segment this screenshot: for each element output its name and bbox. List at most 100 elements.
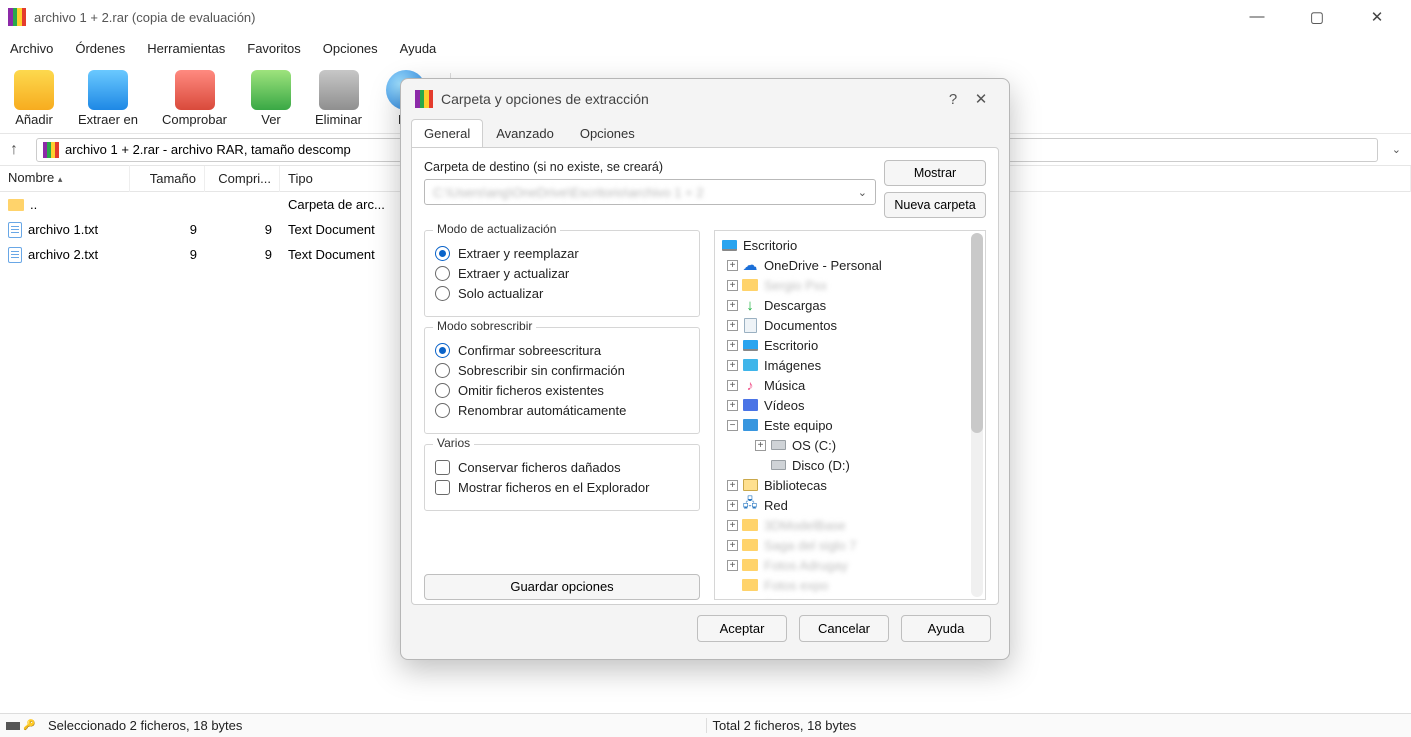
collapse-icon[interactable]: − bbox=[727, 420, 738, 431]
dialog-help-icon[interactable]: ? bbox=[939, 91, 967, 108]
check-label: Conservar ficheros dañados bbox=[458, 460, 621, 475]
winrar-icon bbox=[43, 142, 59, 158]
toolbar-extract[interactable]: Extraer en bbox=[78, 70, 138, 127]
tree-downloads[interactable]: +↓Descargas bbox=[717, 295, 983, 315]
expand-icon[interactable]: + bbox=[727, 500, 738, 511]
expand-icon[interactable]: + bbox=[755, 440, 766, 451]
tree-label: Descargas bbox=[764, 298, 826, 313]
expand-icon[interactable]: + bbox=[727, 360, 738, 371]
expand-icon[interactable]: + bbox=[727, 480, 738, 491]
expand-icon[interactable]: + bbox=[727, 260, 738, 271]
dialog-title: Carpeta y opciones de extracción bbox=[441, 91, 939, 107]
pc-icon bbox=[743, 419, 758, 431]
tree-folder[interactable]: +3DModelBase bbox=[717, 515, 983, 535]
radio-overwrite-noask[interactable]: Sobrescribir sin confirmación bbox=[435, 363, 689, 378]
radio-extract-update[interactable]: Extraer y actualizar bbox=[435, 266, 689, 281]
check-keep-broken[interactable]: Conservar ficheros dañados bbox=[435, 460, 689, 475]
document-icon bbox=[8, 222, 22, 238]
tree-desk2[interactable]: +Escritorio bbox=[717, 335, 983, 355]
radio-confirm-overwrite[interactable]: Confirmar sobreescritura bbox=[435, 343, 689, 358]
menu-options[interactable]: Opciones bbox=[323, 41, 378, 56]
toolbar-add-label: Añadir bbox=[15, 112, 53, 127]
up-icon[interactable]: ↑ bbox=[10, 141, 28, 159]
close-button[interactable]: ✕ bbox=[1357, 8, 1397, 26]
path-dropdown-icon[interactable]: ⌄ bbox=[1392, 143, 1401, 156]
expand-icon[interactable]: + bbox=[727, 320, 738, 331]
tree-onedrive[interactable]: +☁OneDrive - Personal bbox=[717, 255, 983, 275]
radio-rename-auto[interactable]: Renombrar automáticamente bbox=[435, 403, 689, 418]
toolbar-add[interactable]: Añadir bbox=[14, 70, 54, 127]
help-button[interactable]: Ayuda bbox=[901, 615, 991, 642]
tree-desktop[interactable]: Escritorio bbox=[717, 235, 983, 255]
radio-skip-existing[interactable]: Omitir ficheros existentes bbox=[435, 383, 689, 398]
toolbar-view[interactable]: Ver bbox=[251, 70, 291, 127]
toolbar-delete[interactable]: Eliminar bbox=[315, 70, 362, 127]
legend-misc: Varios bbox=[433, 436, 474, 450]
view-icon bbox=[251, 70, 291, 110]
tree-disk-d[interactable]: +Disco (D:) bbox=[717, 455, 983, 475]
tree-libraries[interactable]: +Bibliotecas bbox=[717, 475, 983, 495]
expand-icon[interactable]: + bbox=[727, 400, 738, 411]
show-button[interactable]: Mostrar bbox=[884, 160, 986, 186]
col-size[interactable]: Tamaño bbox=[130, 166, 205, 192]
tab-options[interactable]: Opciones bbox=[567, 119, 648, 147]
radio-icon bbox=[435, 383, 450, 398]
tab-advanced[interactable]: Avanzado bbox=[483, 119, 567, 147]
expand-icon[interactable]: + bbox=[727, 300, 738, 311]
expand-icon[interactable]: + bbox=[727, 380, 738, 391]
tree-thispc[interactable]: −Este equipo bbox=[717, 415, 983, 435]
maximize-button[interactable]: ▢ bbox=[1297, 8, 1337, 26]
expand-icon[interactable]: + bbox=[727, 540, 738, 551]
save-options-button[interactable]: Guardar opciones bbox=[424, 574, 700, 600]
tree-videos[interactable]: +Vídeos bbox=[717, 395, 983, 415]
tree-network[interactable]: +🖧Red bbox=[717, 495, 983, 515]
drive-icon bbox=[771, 460, 786, 470]
menu-commands[interactable]: Órdenes bbox=[75, 41, 125, 56]
file-compressed: 9 bbox=[205, 247, 280, 262]
radio-extract-replace[interactable]: Extraer y reemplazar bbox=[435, 246, 689, 261]
folder-icon bbox=[742, 519, 758, 531]
expand-icon[interactable]: + bbox=[727, 340, 738, 351]
check-show-explorer[interactable]: Mostrar ficheros en el Explorador bbox=[435, 480, 689, 495]
expand-icon[interactable]: + bbox=[727, 280, 738, 291]
expand-icon[interactable]: + bbox=[727, 560, 738, 571]
col-name-label: Nombre bbox=[8, 170, 54, 185]
expand-icon[interactable]: + bbox=[727, 520, 738, 531]
tree-folder[interactable]: +Juegos bbox=[717, 595, 983, 600]
winrar-icon bbox=[415, 90, 433, 108]
dialog-close-icon[interactable]: ✕ bbox=[967, 90, 995, 108]
folder-icon bbox=[742, 579, 758, 591]
tree-images[interactable]: +Imágenes bbox=[717, 355, 983, 375]
menu-file[interactable]: Archivo bbox=[10, 41, 53, 56]
test-icon bbox=[175, 70, 215, 110]
col-compressed[interactable]: Compri... bbox=[205, 166, 280, 192]
status-right: Total 2 ficheros, 18 bytes bbox=[706, 718, 1411, 733]
toolbar-test[interactable]: Comprobar bbox=[162, 70, 227, 127]
minimize-button[interactable]: — bbox=[1237, 8, 1277, 26]
tree-scrollbar-thumb[interactable] bbox=[971, 233, 983, 433]
tree-folder[interactable]: +Fotos Adrugay bbox=[717, 555, 983, 575]
radio-only-update[interactable]: Solo actualizar bbox=[435, 286, 689, 301]
tree-folder[interactable]: +Saga del siglo 7 bbox=[717, 535, 983, 555]
tree-music[interactable]: +♪Música bbox=[717, 375, 983, 395]
destination-combo[interactable]: C:\Users\ang\OneDrive\Escritorio\archivo… bbox=[424, 179, 876, 205]
chevron-down-icon[interactable]: ⌄ bbox=[858, 186, 867, 199]
tree-os-c[interactable]: +OS (C:) bbox=[717, 435, 983, 455]
file-size: 9 bbox=[130, 222, 205, 237]
cancel-button[interactable]: Cancelar bbox=[799, 615, 889, 642]
dialog-footer: Aceptar Cancelar Ayuda bbox=[401, 605, 1009, 652]
title-bar: archivo 1 + 2.rar (copia de evaluación) … bbox=[0, 0, 1411, 34]
menu-help[interactable]: Ayuda bbox=[400, 41, 437, 56]
menu-favorites[interactable]: Favoritos bbox=[247, 41, 300, 56]
col-name[interactable]: Nombre ▴ bbox=[0, 165, 130, 192]
ok-button[interactable]: Aceptar bbox=[697, 615, 787, 642]
tab-general[interactable]: General bbox=[411, 119, 483, 147]
tree-user[interactable]: +Sergio Pxx bbox=[717, 275, 983, 295]
new-folder-button[interactable]: Nueva carpeta bbox=[884, 192, 986, 218]
menu-tools[interactable]: Herramientas bbox=[147, 41, 225, 56]
tree-folder[interactable]: +Fotos expo bbox=[717, 575, 983, 595]
file-name: .. bbox=[30, 197, 37, 212]
legend-overwrite: Modo sobrescribir bbox=[433, 319, 536, 333]
folder-tree[interactable]: Escritorio +☁OneDrive - Personal +Sergio… bbox=[714, 230, 986, 600]
tree-documents[interactable]: +Documentos bbox=[717, 315, 983, 335]
